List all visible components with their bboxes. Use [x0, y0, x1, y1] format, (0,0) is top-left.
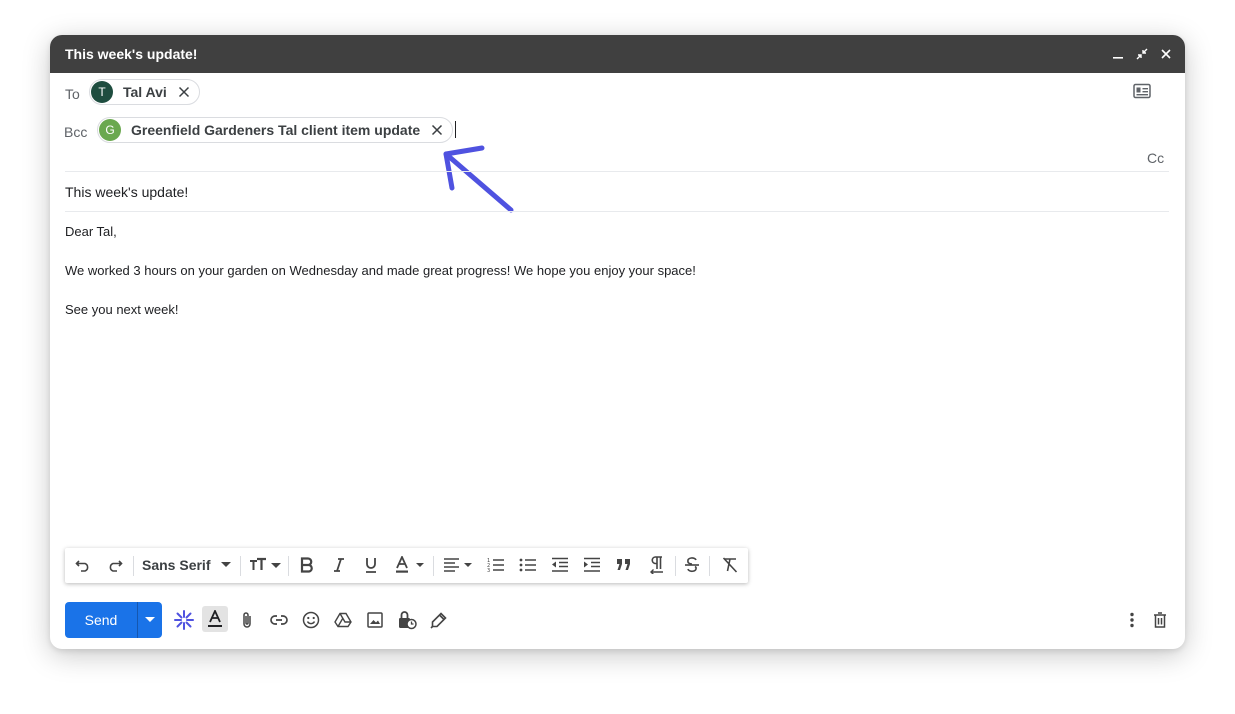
body-greeting: Dear Tal, — [65, 224, 117, 239]
to-label: To — [65, 86, 80, 102]
undo-icon[interactable] — [73, 553, 93, 577]
text-size-icon[interactable] — [247, 553, 283, 577]
chevron-down-icon[interactable] — [138, 602, 162, 638]
cc-button[interactable]: Cc — [1147, 150, 1164, 166]
italic-icon[interactable] — [329, 553, 349, 577]
remove-recipient-icon[interactable] — [177, 85, 191, 99]
attach-icon[interactable] — [235, 608, 259, 632]
close-icon[interactable] — [1157, 45, 1175, 63]
bold-icon[interactable] — [297, 553, 317, 577]
formatting-toolbar: Sans Serif 1 2 3 — [65, 548, 748, 583]
subject-field[interactable]: This week's update! — [65, 184, 188, 200]
font-family-select[interactable]: Sans Serif — [142, 557, 210, 573]
compose-window: This week's update! To T Tal Avi Bcc G G… — [50, 35, 1185, 649]
send-button[interactable]: Send — [65, 602, 137, 638]
link-icon[interactable] — [267, 608, 291, 632]
quote-icon[interactable] — [614, 553, 634, 577]
more-options-icon[interactable] — [1120, 608, 1144, 632]
divider — [65, 211, 1169, 212]
compose-titlebar[interactable]: This week's update! — [50, 35, 1185, 73]
recipient-name: Greenfield Gardeners Tal client item upd… — [131, 122, 421, 138]
svg-text:3: 3 — [487, 568, 490, 573]
redo-icon[interactable] — [105, 553, 125, 577]
recipient-chip-to[interactable]: T Tal Avi — [89, 79, 200, 105]
remove-formatting-icon[interactable] — [720, 553, 740, 577]
annotation-arrow-icon — [443, 145, 514, 213]
discard-draft-icon[interactable] — [1148, 608, 1172, 632]
divider — [65, 171, 1169, 172]
toolbar-separator — [675, 556, 676, 576]
strikethrough-icon[interactable] — [682, 553, 702, 577]
toolbar-separator — [133, 556, 134, 576]
toolbar-separator — [288, 556, 289, 576]
send-button-group: Send — [65, 602, 162, 638]
chevron-down-icon[interactable] — [219, 553, 233, 577]
align-icon[interactable] — [442, 553, 476, 577]
formatting-options-icon[interactable] — [202, 606, 228, 632]
rtl-icon[interactable] — [646, 553, 666, 577]
body-paragraph: We worked 3 hours on your garden on Wedn… — [65, 263, 696, 278]
toolbar-separator — [709, 556, 710, 576]
exit-fullscreen-icon[interactable] — [1133, 45, 1151, 63]
avatar: G — [99, 119, 121, 141]
compose-title: This week's update! — [65, 46, 198, 62]
bulleted-list-icon[interactable] — [518, 553, 538, 577]
toolbar-separator — [433, 556, 434, 576]
contacts-icon[interactable] — [1133, 83, 1153, 101]
ai-sparkle-icon[interactable] — [172, 608, 196, 632]
minimize-icon[interactable] — [1109, 45, 1127, 63]
insert-photo-icon[interactable] — [363, 608, 387, 632]
underline-icon[interactable] — [361, 553, 381, 577]
recipient-chip-bcc[interactable]: G Greenfield Gardeners Tal client item u… — [97, 117, 454, 143]
indent-more-icon[interactable] — [582, 553, 602, 577]
emoji-icon[interactable] — [299, 608, 323, 632]
bcc-label: Bcc — [64, 124, 88, 140]
avatar: T — [91, 81, 113, 103]
signature-icon[interactable] — [427, 608, 451, 632]
text-caret[interactable] — [455, 121, 456, 138]
recipient-name: Tal Avi — [123, 84, 167, 100]
drive-icon[interactable] — [331, 608, 355, 632]
confidential-mode-icon[interactable] — [395, 608, 419, 632]
remove-recipient-icon[interactable] — [430, 123, 444, 137]
body-closing: See you next week! — [65, 302, 179, 317]
toolbar-separator — [240, 556, 241, 576]
text-color-icon[interactable] — [393, 553, 427, 577]
indent-less-icon[interactable] — [550, 553, 570, 577]
numbered-list-icon[interactable]: 1 2 3 — [486, 553, 506, 577]
